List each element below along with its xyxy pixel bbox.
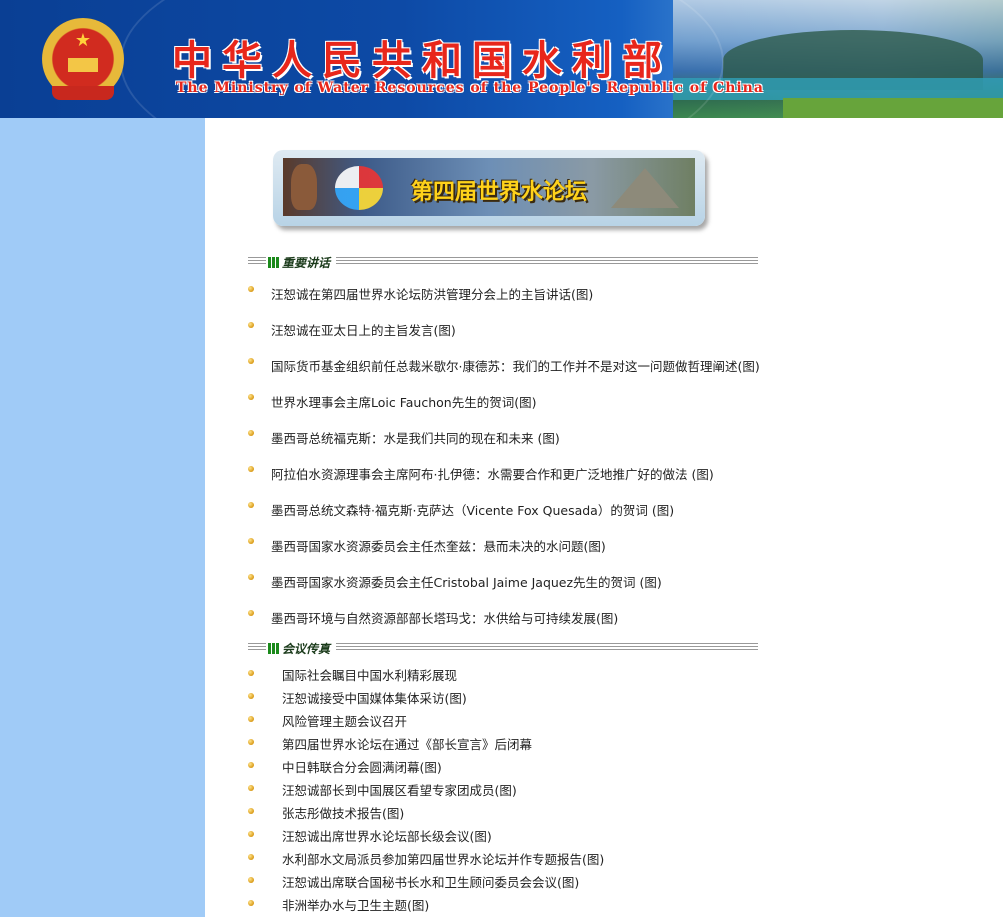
bullet-icon xyxy=(248,502,254,508)
national-emblem-icon: ★ xyxy=(42,18,124,100)
list-item[interactable]: 墨西哥国家水资源委员会主任Cristobal Jaime Jaquez先生的贺词… xyxy=(248,572,848,592)
bullet-icon xyxy=(248,854,254,860)
news-link[interactable]: 中日韩联合分会圆满闭幕(图) xyxy=(282,757,442,776)
bullet-icon xyxy=(248,831,254,837)
bullet-icon xyxy=(248,900,254,906)
bullet-icon xyxy=(248,286,254,292)
list-item[interactable]: 汪恕诚出席联合国秘书长水和卫生顾问委员会会议(图) xyxy=(248,872,848,890)
section-title: 重要讲话 xyxy=(282,255,331,270)
olmec-head-icon xyxy=(291,164,317,210)
list-item[interactable]: 汪恕诚部长到中国展区看望专家团成员(图) xyxy=(248,780,848,798)
list-item[interactable]: 国际货币基金组织前任总裁米歇尔·康德苏：我们的工作并不是对这一问题做哲理阐述(图… xyxy=(248,356,848,376)
bullet-icon xyxy=(248,785,254,791)
section-title: 会议传真 xyxy=(282,641,331,656)
bullet-icon xyxy=(248,466,254,472)
banner-grass xyxy=(783,98,1003,118)
forum-logo-icon xyxy=(335,166,383,210)
news-link[interactable]: 第四届世界水论坛在通过《部长宣言》后闭幕 xyxy=(282,734,532,753)
bullet-icon xyxy=(248,877,254,883)
bullet-icon xyxy=(248,762,254,768)
news-link[interactable]: 汪恕诚出席世界水论坛部长级会议(图) xyxy=(282,826,492,845)
list-item[interactable]: 水利部水文局派员参加第四届世界水论坛并作专题报告(图) xyxy=(248,849,848,867)
list-item[interactable]: 非洲举办水与卫生主题(图) xyxy=(248,895,848,913)
site-title-cn: 中华人民共和国水利部 xyxy=(172,37,672,84)
bullet-icon xyxy=(248,394,254,400)
speech-link[interactable]: 阿拉伯水资源理事会主席阿布·扎伊德：水需要合作和更广泛地推广好的做法 (图) xyxy=(271,464,714,483)
news-link[interactable]: 风险管理主题会议召开 xyxy=(282,711,407,730)
news-link[interactable]: 国际社会瞩目中国水利精彩展现 xyxy=(282,665,457,684)
section-header-speeches: 重要讲话 xyxy=(248,253,758,271)
list-item[interactable]: 汪恕诚在亚太日上的主旨发言(图) xyxy=(248,320,848,340)
list-item[interactable]: 国际社会瞩目中国水利精彩展现 xyxy=(248,665,848,683)
header-banner: ★ 中华人民共和国水利部 The Ministry of Water Resou… xyxy=(0,0,1003,118)
forum-banner[interactable]: 第四届世界水论坛 xyxy=(273,150,705,226)
list-item[interactable]: 汪恕诚在第四届世界水论坛防洪管理分会上的主旨讲话(图) xyxy=(248,284,848,304)
pyramid-icon xyxy=(611,168,679,208)
bullet-icon xyxy=(248,739,254,745)
list-item[interactable]: 墨西哥环境与自然资源部部长塔玛戈：水供给与可持续发展(图) xyxy=(248,608,848,628)
list-item[interactable]: 世界水理事会主席Loic Fauchon先生的贺词(图) xyxy=(248,392,848,412)
bullet-icon xyxy=(248,430,254,436)
bullet-icon xyxy=(248,574,254,580)
list-item[interactable]: 墨西哥国家水资源委员会主任杰奎兹：悬而未决的水问题(图) xyxy=(248,536,848,556)
list-item[interactable]: 墨西哥总统福克斯：水是我们共同的现在和未来 (图) xyxy=(248,428,848,448)
bullet-icon xyxy=(248,670,254,676)
speech-link[interactable]: 墨西哥总统文森特·福克斯·克萨达（Vicente Fox Quesada）的贺词… xyxy=(271,500,674,519)
section-header-news: 会议传真 xyxy=(248,639,758,657)
speech-link[interactable]: 国际货币基金组织前任总裁米歇尔·康德苏：我们的工作并不是对这一问题做哲理阐述(图… xyxy=(271,356,760,375)
bullet-icon xyxy=(248,610,254,616)
speech-link[interactable]: 墨西哥国家水资源委员会主任杰奎兹：悬而未决的水问题(图) xyxy=(271,536,606,555)
bullet-icon xyxy=(248,693,254,699)
speech-link[interactable]: 墨西哥国家水资源委员会主任Cristobal Jaime Jaquez先生的贺词… xyxy=(271,572,662,591)
speech-link[interactable]: 汪恕诚在亚太日上的主旨发言(图) xyxy=(271,320,456,339)
news-link[interactable]: 非洲举办水与卫生主题(图) xyxy=(282,895,429,914)
section-grid-icon xyxy=(268,256,279,268)
bullet-icon xyxy=(248,808,254,814)
list-item[interactable]: 汪恕诚出席世界水论坛部长级会议(图) xyxy=(248,826,848,844)
list-item[interactable]: 中日韩联合分会圆满闭幕(图) xyxy=(248,757,848,775)
speech-link[interactable]: 汪恕诚在第四届世界水论坛防洪管理分会上的主旨讲话(图) xyxy=(271,284,593,303)
speech-link[interactable]: 墨西哥总统福克斯：水是我们共同的现在和未来 (图) xyxy=(271,428,560,447)
bullet-icon xyxy=(248,358,254,364)
site-title-en: The Ministry of Water Resources of the P… xyxy=(176,80,764,96)
speech-link[interactable]: 世界水理事会主席Loic Fauchon先生的贺词(图) xyxy=(271,392,536,411)
news-link[interactable]: 张志彤做技术报告(图) xyxy=(282,803,404,822)
forum-banner-label: 第四届世界水论坛 xyxy=(411,180,588,205)
list-item[interactable]: 阿拉伯水资源理事会主席阿布·扎伊德：水需要合作和更广泛地推广好的做法 (图) xyxy=(248,464,848,484)
news-link[interactable]: 汪恕诚接受中国媒体集体采访(图) xyxy=(282,688,467,707)
left-sidebar xyxy=(0,118,205,917)
list-item[interactable]: 张志彤做技术报告(图) xyxy=(248,803,848,821)
news-link[interactable]: 汪恕诚部长到中国展区看望专家团成员(图) xyxy=(282,780,517,799)
bullet-icon xyxy=(248,716,254,722)
news-link[interactable]: 水利部水文局派员参加第四届世界水论坛并作专题报告(图) xyxy=(282,849,604,868)
section-grid-icon xyxy=(268,642,279,654)
news-link[interactable]: 汪恕诚出席联合国秘书长水和卫生顾问委员会会议(图) xyxy=(282,872,579,891)
list-item[interactable]: 第四届世界水论坛在通过《部长宣言》后闭幕 xyxy=(248,734,848,752)
list-item[interactable]: 风险管理主题会议召开 xyxy=(248,711,848,729)
list-item[interactable]: 汪恕诚接受中国媒体集体采访(图) xyxy=(248,688,848,706)
bullet-icon xyxy=(248,322,254,328)
speech-link[interactable]: 墨西哥环境与自然资源部部长塔玛戈：水供给与可持续发展(图) xyxy=(271,608,618,627)
bullet-icon xyxy=(248,538,254,544)
list-item[interactable]: 墨西哥总统文森特·福克斯·克萨达（Vicente Fox Quesada）的贺词… xyxy=(248,500,848,520)
